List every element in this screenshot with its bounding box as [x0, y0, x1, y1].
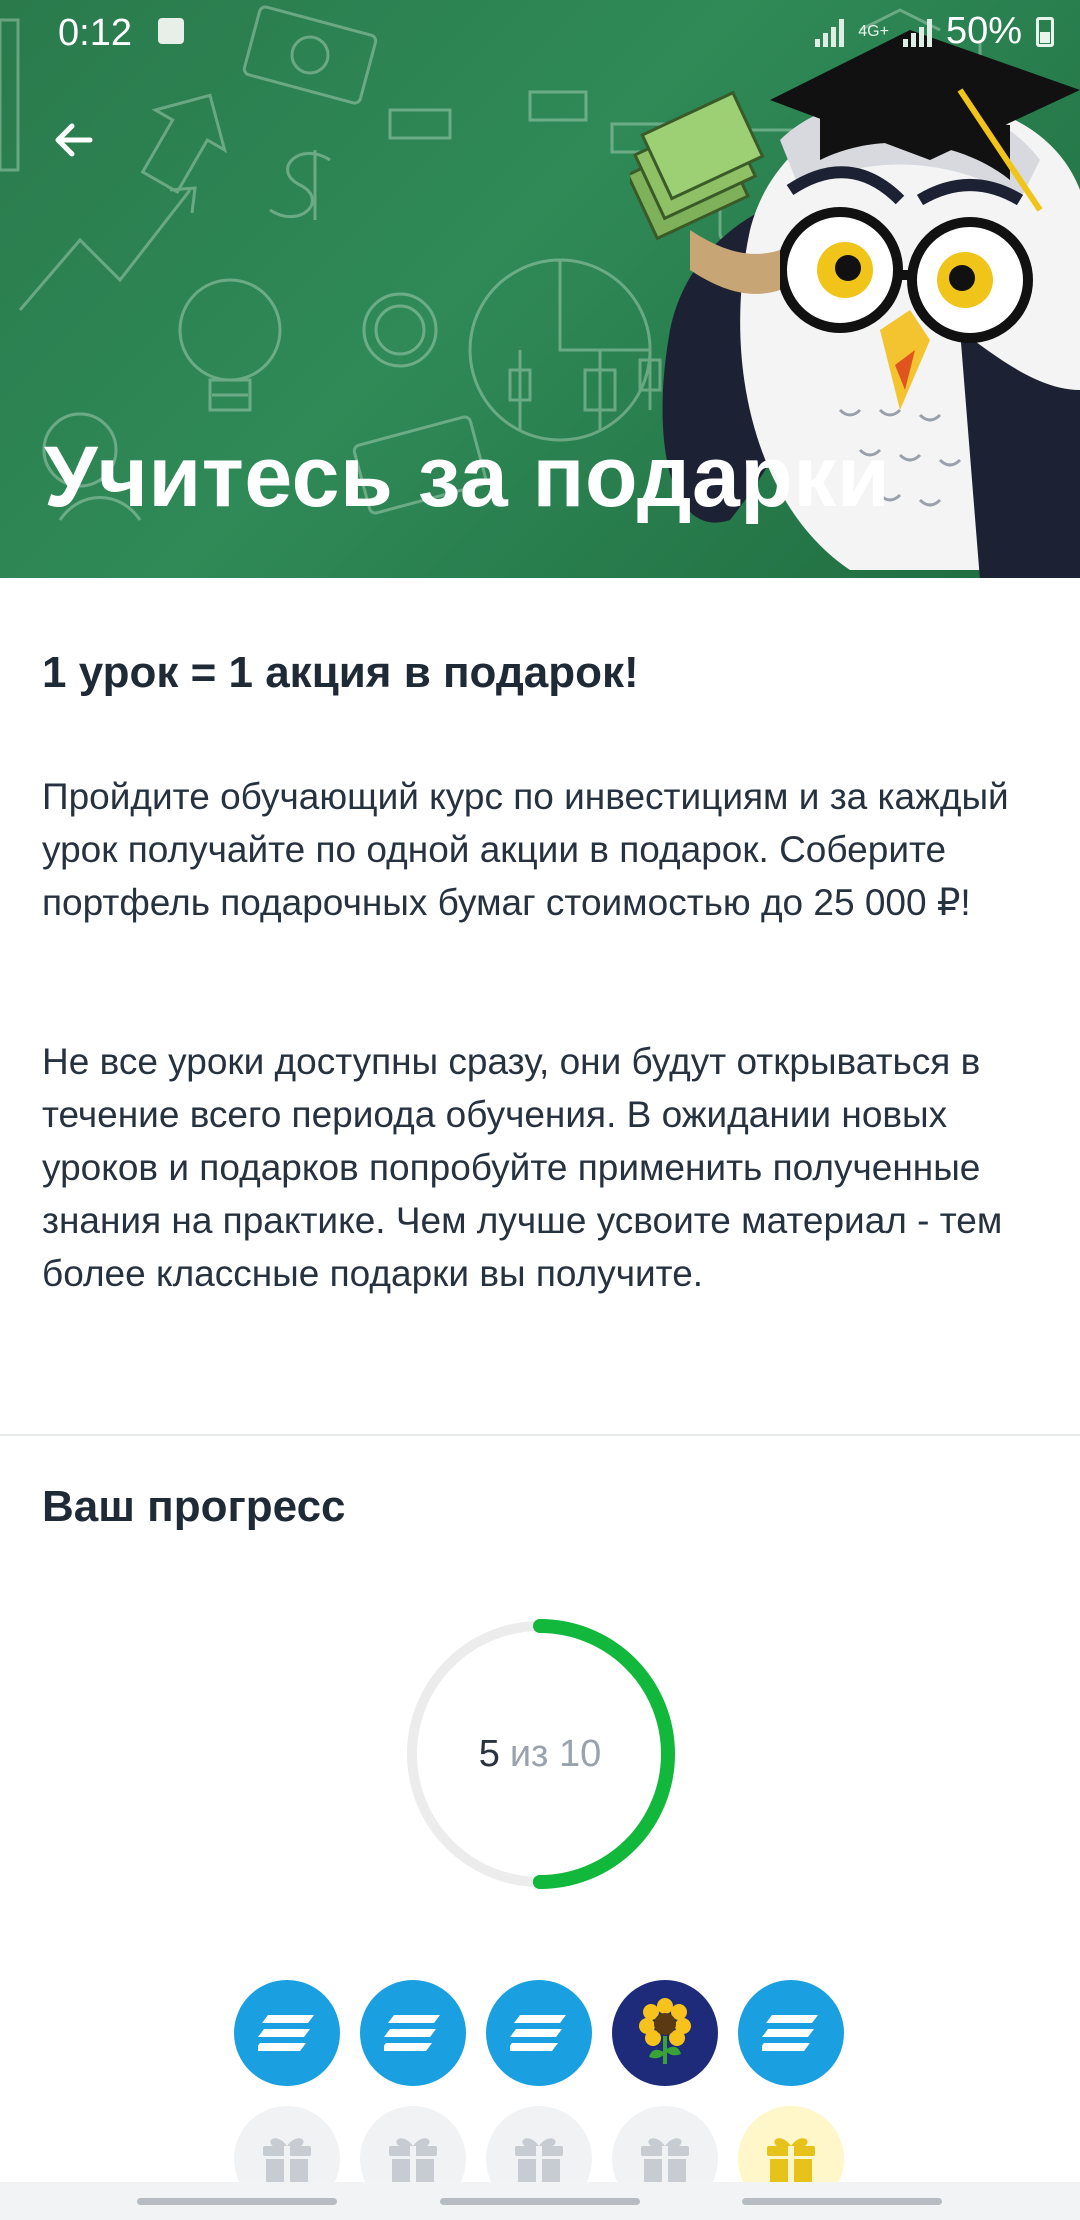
gift-icon — [386, 2132, 440, 2186]
hero-banner: 0:12 4G+ 50% Учитесь за подарки — [0, 0, 1080, 578]
nav-pill-right[interactable] — [742, 2198, 942, 2205]
progress-title: Ваш прогресс — [42, 1482, 346, 1531]
gift-icon — [764, 2132, 818, 2186]
battery-icon — [1036, 16, 1054, 47]
progress-count: 5 из 10 — [404, 1618, 676, 1890]
stock-stripes-icon — [510, 2013, 568, 2053]
description-paragraph-2: Не все уроки доступны сразу, они будут о… — [42, 1041, 1003, 1294]
page-title: Учитесь за подарки — [44, 429, 891, 525]
progress-total: из 10 — [509, 1732, 602, 1775]
status-time: 0:12 — [58, 12, 132, 54]
sunflower-icon — [635, 1998, 695, 2068]
progress-ring: 5 из 10 — [404, 1618, 676, 1890]
notification-check-icon — [158, 18, 184, 44]
nav-pill-center[interactable] — [440, 2198, 640, 2205]
arrow-left-icon — [55, 123, 93, 157]
stock-stripes-icon — [384, 2013, 442, 2053]
status-indicators: 4G+ 50% — [815, 10, 1054, 53]
section-divider — [0, 1434, 1080, 1436]
stock-stripes-icon — [258, 2013, 316, 2053]
earned-stock-badge[interactable] — [738, 1980, 844, 2086]
battery-percent: 50% — [945, 10, 1022, 52]
signal-icon-2 — [902, 17, 932, 47]
network-type-label: 4G+ — [858, 22, 889, 40]
earned-stock-badge[interactable] — [234, 1980, 340, 2086]
back-button[interactable] — [42, 108, 106, 172]
description-paragraph-1: Пройдите обучающий курс по инвестициям и… — [42, 776, 1009, 923]
promo-subtitle: 1 урок = 1 акция в подарок! — [42, 648, 639, 697]
status-bar: 0:12 4G+ 50% — [0, 0, 1080, 66]
gift-icon — [638, 2132, 692, 2186]
stock-stripes-icon — [762, 2013, 820, 2053]
gift-icon — [260, 2132, 314, 2186]
earned-stock-badge[interactable] — [486, 1980, 592, 2086]
progress-completed: 5 — [478, 1732, 500, 1775]
signal-icon — [815, 17, 845, 47]
gift-icon — [512, 2132, 566, 2186]
nav-pill-left[interactable] — [137, 2198, 337, 2205]
system-nav-bar — [0, 2182, 1080, 2220]
earned-stock-badge[interactable] — [360, 1980, 466, 2086]
earned-stock-badge[interactable] — [612, 1980, 718, 2086]
